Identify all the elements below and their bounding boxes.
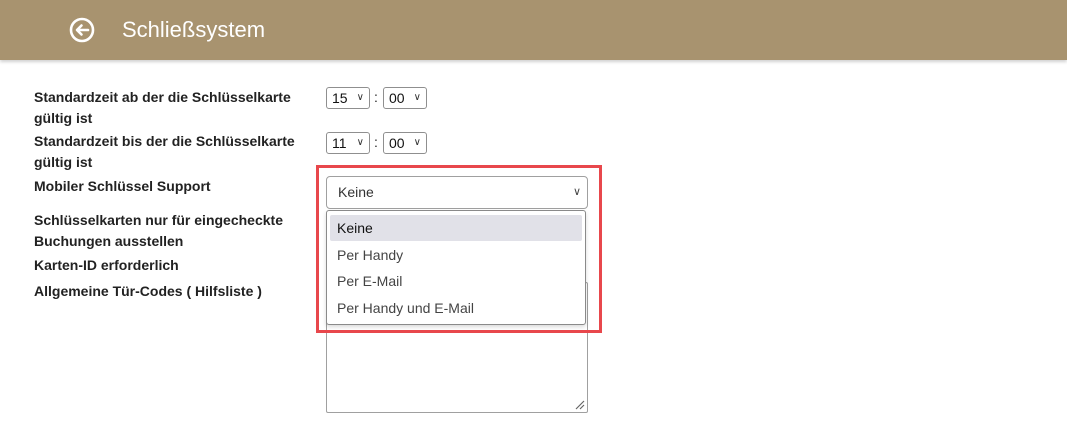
start-time-label: Standardzeit ab der die Schlüsselkarte g…: [34, 89, 291, 126]
dropdown-option-keine[interactable]: Keine: [330, 215, 582, 241]
mobile-key-dropdown-list: Keine Per Handy Per E-Mail Per Handy und…: [326, 210, 586, 325]
app-header: Schließsystem: [0, 0, 1067, 60]
back-button[interactable]: [69, 17, 95, 43]
chevron-down-icon: ∨: [413, 92, 421, 103]
door-codes-label: Allgemeine Tür-Codes ( Hilfsliste ): [34, 283, 262, 299]
end-time-label: Standardzeit bis der die Schlüsselkarte …: [34, 133, 295, 170]
dropdown-option-per-email[interactable]: Per E-Mail: [330, 268, 582, 294]
chevron-down-icon: ∨: [572, 186, 581, 198]
start-minute-value: 00: [389, 90, 405, 106]
time-separator: :: [374, 89, 378, 105]
mobile-key-selected-value: Keine: [338, 184, 374, 200]
chevron-down-icon: ∨: [356, 137, 364, 148]
chevron-down-icon: ∨: [413, 137, 421, 148]
chevron-down-icon: ∨: [356, 92, 364, 103]
card-id-required-label: Karten-ID erforderlich: [34, 257, 179, 273]
end-minute-value: 00: [389, 135, 405, 151]
checked-in-only-label: Schlüsselkarten nur für eingecheckte Buc…: [34, 212, 283, 249]
dropdown-option-per-handy[interactable]: Per Handy: [330, 242, 582, 268]
end-hour-select[interactable]: 11 ∨: [326, 132, 370, 154]
circle-arrow-left-icon: [69, 17, 95, 43]
mobile-key-label: Mobiler Schlüssel Support: [34, 178, 211, 194]
page-title: Schließsystem: [122, 17, 266, 42]
mobile-key-select[interactable]: Keine ∨: [326, 176, 588, 209]
start-hour-select[interactable]: 15 ∨: [326, 87, 370, 109]
resize-grip-icon[interactable]: [573, 398, 585, 410]
dropdown-option-per-handy-und-email[interactable]: Per Handy und E-Mail: [330, 295, 582, 321]
start-hour-value: 15: [332, 90, 348, 106]
end-hour-value: 11: [332, 135, 347, 151]
end-minute-select[interactable]: 00 ∨: [383, 132, 427, 154]
time-separator: :: [374, 134, 378, 150]
start-minute-select[interactable]: 00 ∨: [383, 87, 427, 109]
